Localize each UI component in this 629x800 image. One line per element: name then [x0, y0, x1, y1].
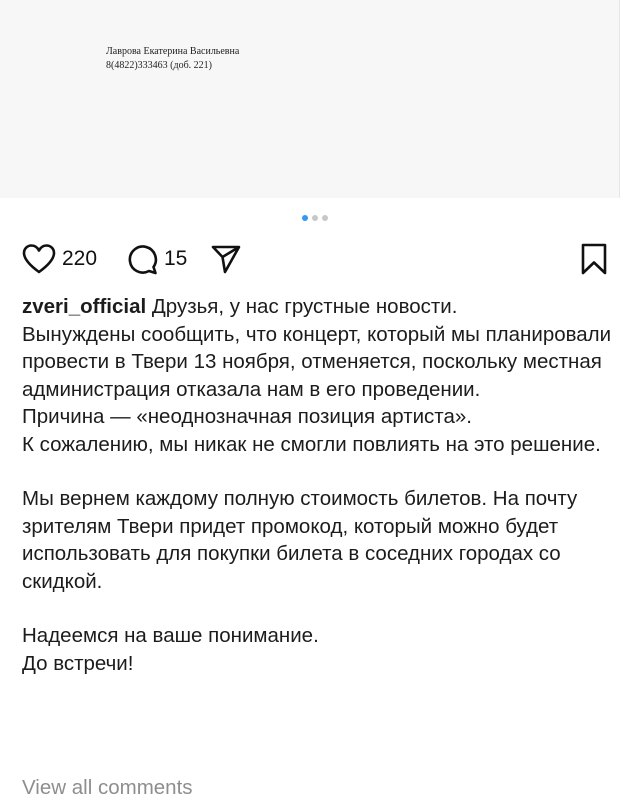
bookmark-icon [581, 243, 607, 275]
post-caption: zveri_official Друзья, у нас грустные но… [22, 293, 612, 677]
carousel-dot [321, 215, 328, 221]
view-all-comments-link[interactable]: View all comments [22, 776, 193, 800]
save-button[interactable] [581, 242, 607, 276]
caption-paragraph: Причина — «неоднозначная позиция артиста… [22, 405, 472, 428]
like-button[interactable]: 220 [22, 242, 97, 276]
post-image[interactable]: Лаврова Екатерина Васильевна 8(4822)3334… [0, 0, 620, 198]
document-contact-phone: 8(4822)333463 (доб. 221) [106, 60, 212, 71]
post-actions: 220 15 [22, 242, 607, 276]
document-contact-name: Лаврова Екатерина Васильевна [106, 46, 240, 57]
caption-paragraph: Вынуждены сообщить, что концерт, который… [22, 322, 612, 401]
caption-paragraph: Надеемся на ваше понимание. [22, 624, 319, 647]
share-button[interactable] [210, 242, 242, 276]
comment-button[interactable]: 15 [126, 242, 187, 276]
caption-paragraph: К сожалению, мы никак не смогли повлиять… [22, 432, 601, 456]
username-link[interactable]: zveri_official [22, 295, 146, 318]
carousel-indicator [0, 215, 629, 221]
carousel-dot [301, 215, 308, 221]
comment-icon [128, 245, 158, 275]
like-count: 220 [62, 247, 98, 270]
caption-paragraph: До встречи! [22, 651, 134, 675]
caption-first-line: zveri_official Друзья, у нас грустные но… [22, 293, 612, 321]
carousel-dot [311, 215, 318, 221]
caption-paragraph: Мы вернем каждому полную стоимость билет… [22, 487, 578, 593]
send-icon [211, 245, 241, 274]
comment-count: 15 [164, 247, 188, 270]
heart-icon [22, 244, 56, 274]
caption-text: Друзья, у нас грустные новости. [146, 295, 458, 318]
